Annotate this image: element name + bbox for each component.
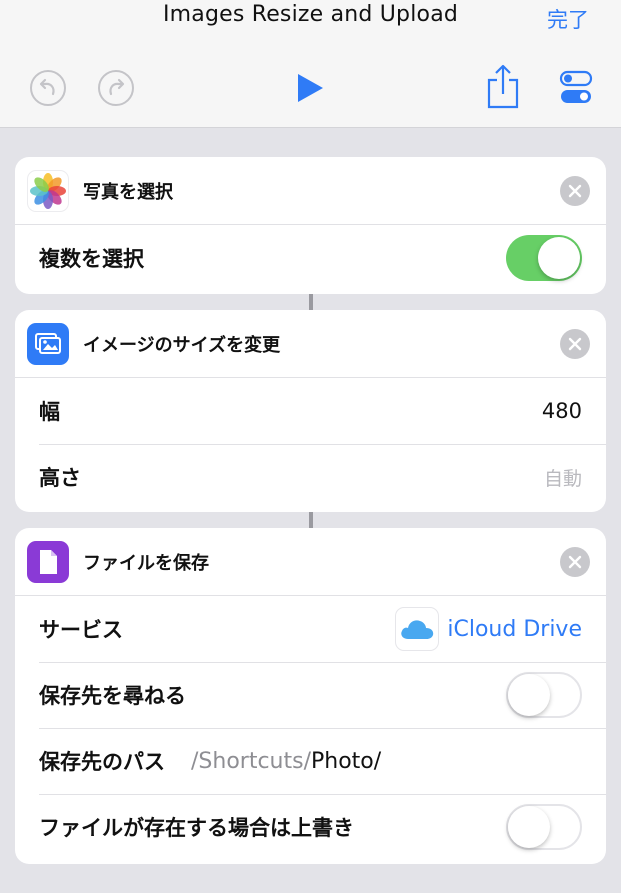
select-multiple-label: 複数を選択 <box>39 247 144 271</box>
height-placeholder[interactable]: 自動 <box>544 464 582 491</box>
service-label: サービス <box>39 618 123 642</box>
remove-action-icon[interactable] <box>560 176 590 206</box>
ask-destination-toggle[interactable] <box>506 672 582 718</box>
icloud-icon <box>395 607 440 651</box>
destination-path-field[interactable]: /Shortcuts/Photo/ <box>191 749 381 774</box>
overwrite-label: ファイルが存在する場合は上書き <box>39 816 354 840</box>
path-prefix: /Shortcuts/ <box>191 748 311 774</box>
service-row[interactable]: サービス iCloud Drive <box>15 596 606 662</box>
action-header: イメージのサイズを変更 <box>15 310 606 378</box>
overwrite-toggle[interactable] <box>506 804 582 850</box>
play-icon[interactable] <box>290 68 330 108</box>
ask-destination-label: 保存先を尋ねる <box>39 684 186 708</box>
width-value[interactable]: 480 <box>542 399 582 423</box>
action-header: ファイルを保存 <box>15 528 606 596</box>
undo-icon[interactable] <box>28 68 68 108</box>
action-connector <box>309 512 313 528</box>
resize-image-icon <box>27 322 69 365</box>
share-icon[interactable] <box>482 62 524 112</box>
remove-action-icon[interactable] <box>560 547 590 577</box>
action-title: ファイルを保存 <box>83 552 209 574</box>
overwrite-row: ファイルが存在する場合は上書き <box>15 794 606 860</box>
destination-path-row[interactable]: 保存先のパス /Shortcuts/Photo/ <box>15 728 606 794</box>
photos-icon <box>27 169 69 212</box>
document-icon <box>27 540 69 583</box>
action-card-save-file: ファイルを保存 サービス iCloud Drive 保存先を尋ねる 保存先のパス… <box>15 528 606 864</box>
destination-path-label: 保存先のパス <box>39 750 165 774</box>
path-suffix: Photo/ <box>311 748 382 774</box>
width-row[interactable]: 幅 480 <box>15 378 606 444</box>
service-selector[interactable]: iCloud Drive <box>395 607 582 651</box>
height-row[interactable]: 高さ 自動 <box>15 444 606 510</box>
action-title: イメージのサイズを変更 <box>83 334 281 356</box>
ask-destination-row: 保存先を尋ねる <box>15 662 606 728</box>
done-button[interactable]: 完了 <box>547 4 589 34</box>
redo-icon[interactable] <box>96 68 136 108</box>
width-label: 幅 <box>39 400 60 424</box>
select-multiple-toggle[interactable] <box>506 235 582 281</box>
service-value: iCloud Drive <box>447 616 582 642</box>
action-header: 写真を選択 <box>15 157 606 225</box>
shortcut-title: Images Resize and Upload <box>162 2 459 27</box>
action-title: 写真を選択 <box>83 181 173 203</box>
action-card-resize-image: イメージのサイズを変更 幅 480 高さ 自動 <box>15 310 606 512</box>
action-card-select-photos: 写真を選択 複数を選択 <box>15 157 606 294</box>
height-label: 高さ <box>39 466 81 490</box>
remove-action-icon[interactable] <box>560 329 590 359</box>
settings-toggle-icon[interactable] <box>556 68 596 108</box>
select-multiple-row: 複数を選択 <box>15 225 606 291</box>
action-connector <box>309 294 313 310</box>
navigation-bar: Images Resize and Upload 完了 <box>0 0 621 128</box>
